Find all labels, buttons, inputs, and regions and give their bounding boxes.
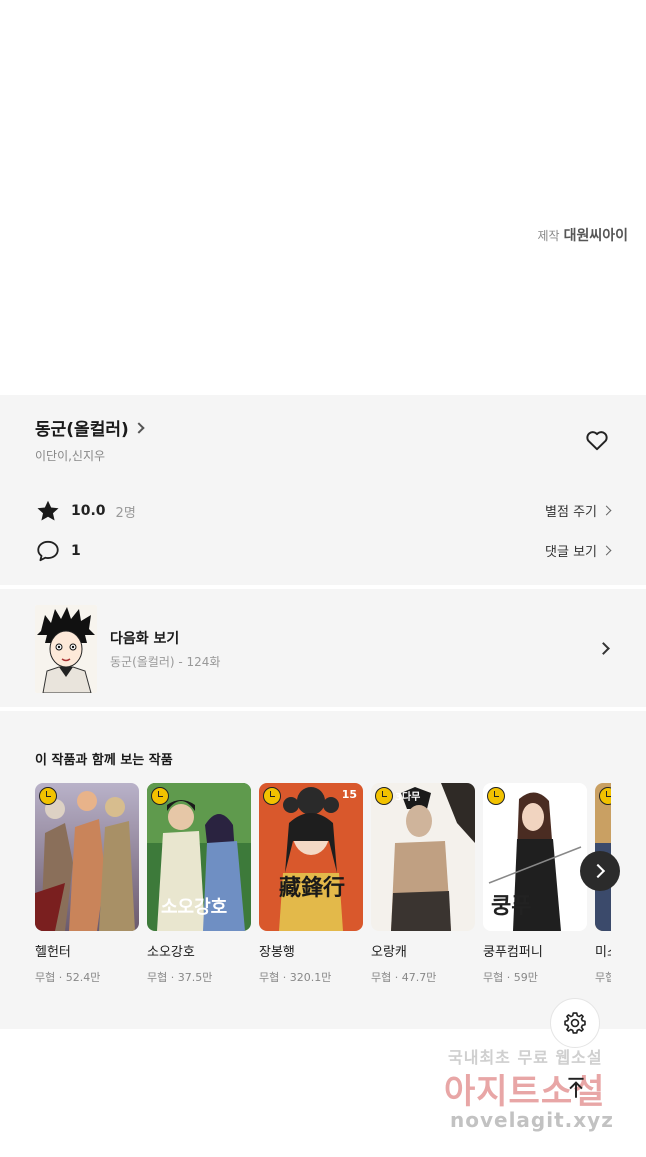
cover-image: 소오강호 (147, 783, 251, 931)
rating-count: 2명 (115, 505, 136, 521)
star-icon (37, 500, 59, 521)
next-episode-button[interactable]: 다음화 보기 동군(올컬러) - 124화 (0, 589, 646, 707)
viewer-blank-area: 제작 대원씨아이 (0, 0, 646, 395)
series-title-link[interactable]: 동군(올컬러) (35, 415, 145, 440)
producer-label: 제작 (537, 229, 560, 243)
cover-image: 3다무 (371, 783, 475, 931)
scroll-to-top-button[interactable] (556, 1068, 596, 1108)
rating-summary: 10.0 2명 (35, 498, 136, 524)
recommendation-title: 오랑캐 (371, 945, 407, 960)
next-episode-thumbnail (35, 605, 97, 693)
rating-value: 10.0 (71, 503, 106, 519)
comment-icon (37, 540, 59, 562)
recommendation-meta: 무협 · 59만 (483, 971, 538, 984)
series-authors: 이단이,신지우 (35, 449, 106, 463)
chevron-right-icon (133, 421, 145, 434)
next-episode-label: 다음화 보기 (110, 631, 180, 647)
recommendation-meta: 무협 · 320.1만 (259, 971, 332, 984)
wait-free-icon (375, 787, 393, 805)
rate-button[interactable]: 별점 주기 (545, 501, 612, 520)
recommendation-title: 장봉행 (259, 945, 295, 960)
chevron-right-icon (601, 545, 612, 556)
gear-icon (564, 1012, 586, 1034)
recommendation-card[interactable]: 쿵푸 쿵푸컴퍼니 무협 · 59만 (483, 783, 587, 985)
view-comments-button[interactable]: 댓글 보기 (545, 541, 612, 560)
cover-image: 藏鋒行 15 (259, 783, 363, 931)
wait-free-icon (487, 787, 505, 805)
series-title: 동군(올컬러) (35, 420, 129, 440)
chevron-right-icon (601, 505, 612, 516)
watermark: 국내최초 무료 웹소설 아지트소설 novelagit.xyz (430, 1040, 630, 1140)
comment-summary: 1 (35, 538, 81, 564)
svg-text:藏鋒行: 藏鋒行 (279, 875, 345, 901)
recommendation-card[interactable]: 소오강호 소오강호 무협 · 37.5만 (147, 783, 251, 985)
heart-icon[interactable] (584, 427, 610, 453)
age-rating-badge: 15 (341, 788, 357, 801)
series-info-panel: 동군(올컬러) 이단이,신지우 10.0 2명 별점 주기 1 댓글 보기 (0, 395, 646, 585)
next-episode-subtitle: 동군(올컬러) - 124화 (110, 655, 221, 669)
recommendations-section: 이 작품과 함께 보는 작품 헬헌터 무협 · 52.4만 소오강호 소오강호 … (0, 711, 646, 1029)
rate-button-label: 별점 주기 (545, 505, 597, 520)
svg-text:소오강호: 소오강호 (161, 897, 227, 918)
wait-free-icon (599, 787, 611, 805)
recommendations-heading: 이 작품과 함께 보는 작품 (35, 753, 173, 768)
recommendation-card[interactable]: 3다무 오랑캐 무협 · 47.7만 (371, 783, 475, 985)
chevron-right-icon (597, 642, 610, 655)
carousel-next-button[interactable] (580, 851, 620, 891)
recommendation-title: 헬헌터 (35, 945, 71, 960)
recommendation-title: 쿵푸컴퍼니 (483, 945, 543, 960)
recommendation-meta: 무협 · 47.7만 (371, 971, 437, 984)
recommendation-title: 미스 (595, 945, 611, 960)
producer-credit: 제작 대원씨아이 (538, 225, 629, 245)
recommendation-meta: 무협 (595, 971, 611, 984)
wait-free-icon (151, 787, 169, 805)
recommendation-card[interactable]: 헬헌터 무협 · 52.4만 (35, 783, 139, 985)
wait-free-icon (39, 787, 57, 805)
settings-button[interactable] (550, 998, 600, 1048)
arrow-up-icon (568, 1077, 584, 1098)
cover-image: 쿵푸 (483, 783, 587, 931)
recommendation-card[interactable]: 藏鋒行 15 장봉행 무협 · 320.1만 (259, 783, 363, 985)
view-comments-label: 댓글 보기 (545, 545, 597, 560)
recommendations-carousel: 헬헌터 무협 · 52.4만 소오강호 소오강호 무협 · 37.5만 藏鋒行 … (35, 783, 611, 1003)
watermark-line3: novelagit.xyz (450, 1108, 614, 1132)
recommendation-meta: 무협 · 37.5만 (147, 971, 213, 984)
wait-free-icon (263, 787, 281, 805)
producer-name: 대원씨아이 (563, 228, 628, 244)
cover-image (35, 783, 139, 931)
deal-badge: 3다무 (395, 792, 421, 803)
svg-text:쿵푸: 쿵푸 (491, 893, 531, 919)
recommendation-meta: 무협 · 52.4만 (35, 971, 101, 984)
comment-count: 1 (71, 543, 81, 559)
recommendation-title: 소오강호 (147, 945, 195, 960)
